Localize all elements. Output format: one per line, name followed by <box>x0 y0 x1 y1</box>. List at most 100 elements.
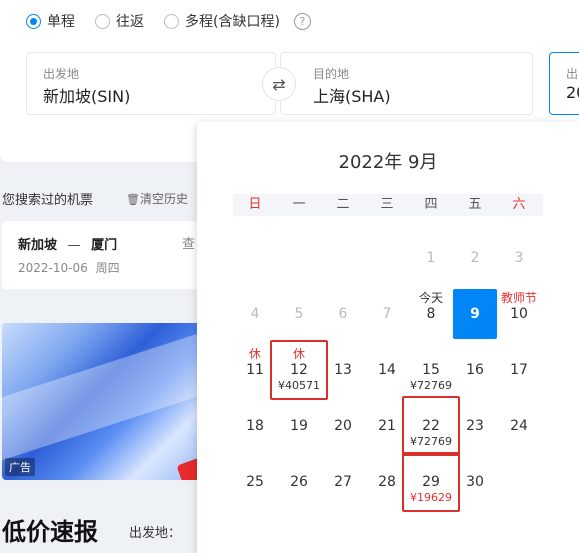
calendar-day: 4 <box>233 289 277 339</box>
calendar-day[interactable]: 19 <box>277 401 321 451</box>
day-number: 9 <box>470 306 480 322</box>
day-number: 7 <box>382 306 392 322</box>
weekday-label: 三 <box>380 197 394 212</box>
route-arrow: — <box>67 238 81 253</box>
date-value: 20 <box>566 83 579 102</box>
day-number: 27 <box>334 474 352 490</box>
radio-checked-icon[interactable] <box>26 13 41 29</box>
calendar-day: 7 <box>365 289 409 339</box>
trip-type-label: 单程 <box>47 14 75 30</box>
day-price: ¥72769 <box>410 379 452 392</box>
day-number: 26 <box>290 474 308 490</box>
weekday-label: 六 <box>512 197 526 212</box>
ad-banner[interactable]: 广告 <box>2 323 202 480</box>
date-label: 出 <box>566 67 579 81</box>
day-note: 今天 <box>418 291 443 305</box>
destination-value: 上海(SHA) <box>313 87 391 106</box>
weekday-label: 日 <box>248 197 262 212</box>
calendar-day-selected[interactable]: 9 <box>453 289 497 339</box>
ad-graphic <box>2 323 202 468</box>
recent-search-card[interactable]: 新加坡 — 厦门 2022-10-06 周四 查 <box>2 221 202 289</box>
day-number: 5 <box>294 306 304 322</box>
departure-value: 新加坡(SIN) <box>43 87 131 106</box>
calendar-day[interactable]: 23 <box>453 401 497 451</box>
low-price-title: 低价速报 <box>2 518 98 546</box>
calendar-day[interactable]: 17 <box>497 345 541 395</box>
destination-field[interactable]: 目的地 上海(SHA) <box>280 52 533 115</box>
swap-icon[interactable]: ⇄ <box>262 67 296 101</box>
day-number: 19 <box>290 418 308 434</box>
highlight-box <box>402 396 460 456</box>
day-note: 教师节 <box>500 291 537 305</box>
route-to: 厦门 <box>91 238 118 253</box>
route-from: 新加坡 <box>18 238 58 253</box>
highlight-box <box>402 452 460 512</box>
departure-label: 出发地 <box>43 67 80 81</box>
calendar-day[interactable]: 25 <box>233 457 277 507</box>
day-number: 4 <box>250 306 260 322</box>
day-number: 24 <box>510 418 528 434</box>
day-number: 15 <box>422 362 440 378</box>
trip-type-label: 多程(含缺口程) <box>185 14 280 30</box>
calendar-day[interactable]: 30 <box>453 457 497 507</box>
weekday-label: 四 <box>424 197 438 212</box>
low-price-from-label: 出发地： <box>129 526 182 541</box>
clear-history-button[interactable]: 🗑清空历史 <box>126 190 188 207</box>
recent-searches-title: 您搜索过的机票 <box>2 193 94 208</box>
calendar-day[interactable]: 15 ¥72769 <box>409 345 453 395</box>
calendar-day[interactable]: 27 <box>321 457 365 507</box>
recent-date: 2022-10-06 周四 <box>18 259 120 276</box>
recent-route: 新加坡 — 厦门 <box>18 234 117 253</box>
weekday-label: 五 <box>468 197 482 212</box>
day-number: 14 <box>378 362 396 378</box>
ad-tag: 广告 <box>5 458 35 476</box>
recent-search-action[interactable]: 查 <box>182 233 195 252</box>
trip-type-oneway[interactable]: 单程 <box>26 11 75 31</box>
calendar-day[interactable]: 26 <box>277 457 321 507</box>
day-number: 3 <box>514 250 524 266</box>
calendar-day: 3 <box>497 233 541 283</box>
calendar-day[interactable]: 今天 8 <box>409 289 453 339</box>
departure-field[interactable]: 出发地 新加坡(SIN) <box>26 52 276 115</box>
recent-date-value: 2022-10-06 <box>18 261 88 275</box>
destination-label: 目的地 <box>313 67 350 81</box>
calendar-day: 2 <box>453 233 497 283</box>
day-number: 8 <box>426 306 436 322</box>
day-number: 2 <box>470 250 480 266</box>
calendar-day: 6 <box>321 289 365 339</box>
day-number: 16 <box>466 362 484 378</box>
day-number: 20 <box>334 418 352 434</box>
calendar-day[interactable]: 18 <box>233 401 277 451</box>
day-number: 13 <box>334 362 352 378</box>
weekday-header: 日一二三四五六 <box>233 194 543 216</box>
help-icon[interactable]: ? <box>293 12 311 30</box>
trip-type-roundtrip[interactable]: 往返 <box>95 11 144 31</box>
date-field[interactable]: 出 20 <box>549 52 579 115</box>
calendar-day: 1 <box>409 233 453 283</box>
weekday-label: 一 <box>292 197 306 212</box>
trip-type-group: 单程 往返 多程(含缺口程) ? <box>26 11 311 31</box>
calendar-day[interactable]: 20 <box>321 401 365 451</box>
calendar-day: 5 <box>277 289 321 339</box>
calendar-day[interactable]: 教师节 10 <box>497 289 541 339</box>
radio-icon[interactable] <box>95 13 110 29</box>
recent-weekday: 周四 <box>95 261 120 275</box>
trip-type-multi[interactable]: 多程(含缺口程) <box>164 11 280 31</box>
radio-icon[interactable] <box>164 13 179 29</box>
calendar-day[interactable]: 16 <box>453 345 497 395</box>
trip-type-label: 往返 <box>116 14 144 30</box>
day-number: 10 <box>510 306 528 322</box>
weekday-label: 二 <box>336 197 350 212</box>
trash-icon: 🗑 <box>126 193 140 206</box>
day-number: 25 <box>246 474 264 490</box>
day-number: 18 <box>246 418 264 434</box>
day-number: 6 <box>338 306 348 322</box>
day-number: 23 <box>466 418 484 434</box>
calendar-popup: 2022年 9月 日一二三四五六 1 2 3 4 5 6 7 今天 8 9 教师节 10 休 11 休 12 ¥… <box>197 122 579 553</box>
day-number: 17 <box>510 362 528 378</box>
day-number: 30 <box>466 474 484 490</box>
calendar-day[interactable]: 13 <box>321 345 365 395</box>
day-number: 1 <box>426 250 436 266</box>
calendar-day[interactable]: 24 <box>497 401 541 451</box>
highlight-box <box>270 340 328 400</box>
